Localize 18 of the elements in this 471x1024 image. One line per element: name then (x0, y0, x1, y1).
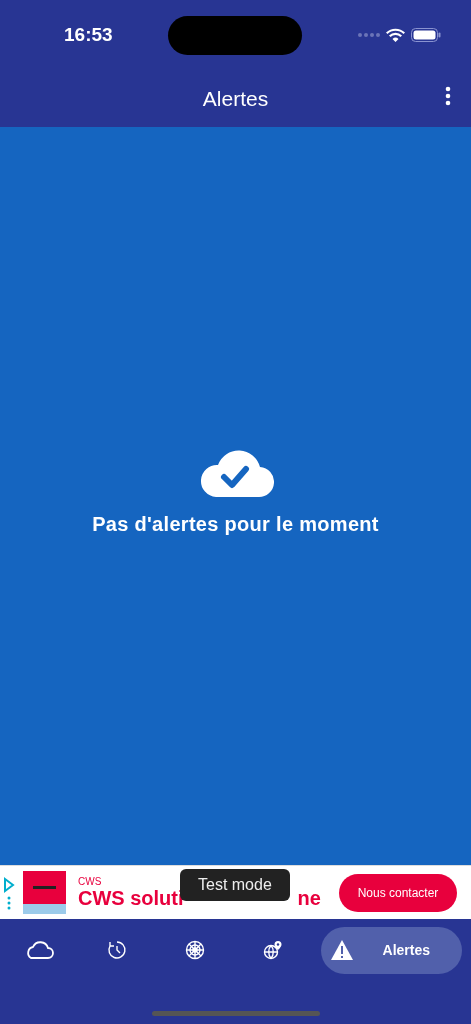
signal-icon (358, 33, 380, 37)
ad-headline: ne (297, 886, 321, 910)
screen-title: Alertes (202, 86, 269, 111)
nav-tab[interactable]: Alertes (321, 926, 462, 974)
more-menu-icon[interactable] (445, 86, 451, 106)
empty-state-message: Pas d'alertes pour le moment (92, 512, 379, 536)
clock-icon (107, 940, 127, 960)
globe-pin-icon (263, 940, 283, 960)
contact-button[interactable]: Nous contacter (339, 873, 457, 912)
status-time: 16:53 (64, 24, 113, 46)
cloud-icon (24, 940, 54, 960)
advertiser-logo (23, 871, 66, 914)
advertiser-name: CWS (78, 875, 102, 887)
warning-icon (331, 940, 353, 960)
ad-choices-icon[interactable] (3, 875, 15, 910)
radar-icon (185, 940, 205, 960)
wifi-icon (386, 28, 405, 42)
battery-icon (411, 28, 441, 42)
